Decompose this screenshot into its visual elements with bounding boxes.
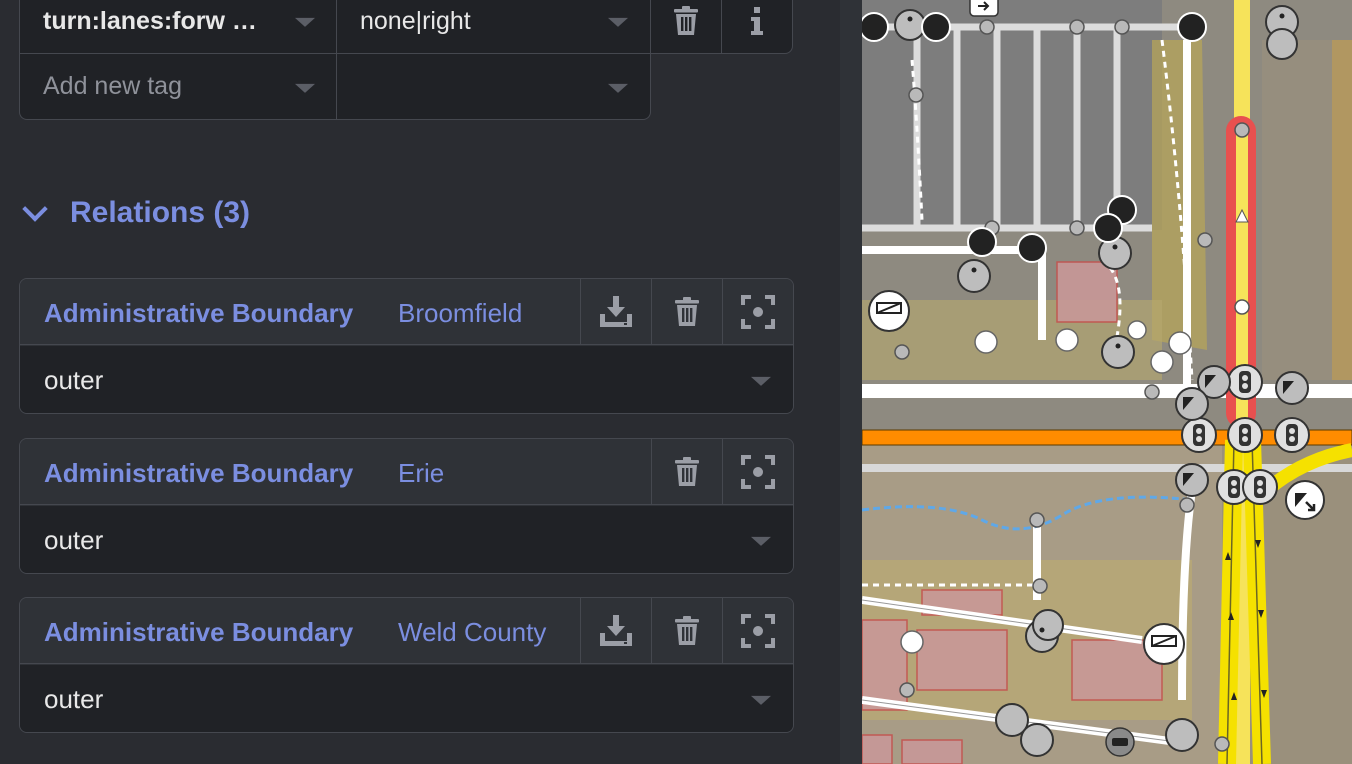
zoom-to-relation-button[interactable]	[722, 439, 793, 505]
download-icon	[600, 615, 632, 646]
chevron-down-icon	[22, 196, 48, 222]
tag-value-field[interactable]: none|right	[336, 0, 651, 54]
relation-item: Administrative Boundary Weld County oute…	[19, 597, 794, 733]
download-member-button[interactable]	[580, 598, 651, 664]
remove-membership-button[interactable]	[651, 439, 722, 505]
relation-type[interactable]: Administrative Boundary	[44, 617, 353, 648]
traffic-signal-icon[interactable]	[1227, 417, 1263, 453]
give-way-icon[interactable]	[1175, 387, 1209, 421]
relation-role-field[interactable]: outer	[20, 665, 793, 732]
chevron-down-icon[interactable]	[295, 17, 315, 27]
relation-header[interactable]: Administrative Boundary Weld County	[20, 598, 793, 664]
tag-key-field[interactable]: turn:lanes:forw …	[19, 0, 337, 54]
download-member-button[interactable]	[580, 279, 651, 345]
chevron-down-icon[interactable]	[608, 17, 628, 27]
relation-role-field[interactable]: outer	[20, 346, 793, 413]
new-tag-placeholder: Add new tag	[43, 72, 182, 100]
tag-row-new: Add new tag	[19, 54, 651, 120]
chevron-down-icon[interactable]	[751, 376, 771, 386]
zoom-to-relation-button[interactable]	[722, 598, 793, 664]
tag-value-text: none|right	[360, 6, 471, 35]
chevron-down-icon[interactable]	[608, 83, 628, 93]
relation-header[interactable]: Administrative Boundary Erie	[20, 439, 793, 505]
tag-info-button[interactable]	[721, 0, 793, 54]
map-svg[interactable]	[862, 0, 1352, 764]
download-icon	[600, 296, 632, 327]
chevron-down-icon[interactable]	[751, 536, 771, 546]
chevron-down-icon[interactable]	[751, 695, 771, 705]
relation-name[interactable]: Broomfield	[398, 298, 522, 329]
remove-membership-button[interactable]	[651, 598, 722, 664]
barrier-icon[interactable]	[868, 290, 910, 332]
inspector-sidebar: turn:lanes:forw … none|right Add new tag	[0, 0, 840, 764]
relations-section-toggle[interactable]: Relations (3)	[22, 196, 250, 230]
sidebar-resizer[interactable]	[840, 0, 862, 764]
new-tag-key-field[interactable]: Add new tag	[19, 54, 337, 120]
relation-role: outer	[44, 365, 104, 395]
info-icon	[751, 7, 763, 35]
relation-item: Administrative Boundary Erie outer	[19, 438, 794, 574]
relation-role: outer	[44, 525, 104, 555]
relation-name[interactable]: Erie	[398, 458, 444, 489]
trash-icon	[674, 6, 698, 35]
zoom-to-icon	[741, 614, 775, 648]
zoom-to-relation-button[interactable]	[722, 279, 793, 345]
relation-name[interactable]: Weld County	[398, 617, 546, 648]
tag-key-text: turn:lanes:forw …	[43, 6, 257, 35]
give-way-icon[interactable]	[1275, 371, 1309, 405]
remove-membership-button[interactable]	[651, 279, 722, 345]
remove-tag-button[interactable]	[650, 0, 722, 54]
traffic-signal-icon[interactable]	[1227, 364, 1263, 400]
relation-role-field[interactable]: outer	[20, 506, 793, 573]
trash-icon	[675, 457, 699, 486]
barrier-icon[interactable]	[1143, 623, 1185, 665]
relation-item: Administrative Boundary Broomfield outer	[19, 278, 794, 414]
relation-type[interactable]: Administrative Boundary	[44, 298, 353, 329]
trash-icon	[675, 616, 699, 645]
give-way-icon[interactable]	[1285, 480, 1325, 520]
relation-header[interactable]: Administrative Boundary Broomfield	[20, 279, 793, 345]
chevron-down-icon[interactable]	[295, 83, 315, 93]
traffic-signal-icon[interactable]	[1274, 417, 1310, 453]
zoom-to-icon	[741, 455, 775, 489]
relations-heading: Relations (3)	[70, 196, 251, 229]
traffic-signal-icon[interactable]	[1181, 417, 1217, 453]
commercial-area	[1332, 40, 1352, 380]
service-road	[862, 464, 1352, 472]
traffic-signal-icon[interactable]	[1242, 469, 1278, 505]
give-way-icon[interactable]	[1175, 463, 1209, 497]
map-canvas[interactable]	[862, 0, 1352, 764]
zoom-to-icon	[741, 295, 775, 329]
entrance-icon[interactable]	[969, 0, 999, 17]
relation-type[interactable]: Administrative Boundary	[44, 458, 353, 489]
car-icon[interactable]	[1105, 727, 1135, 757]
new-tag-value-field[interactable]	[336, 54, 651, 120]
relation-role: outer	[44, 684, 104, 714]
trash-icon	[675, 297, 699, 326]
tag-row: turn:lanes:forw … none|right	[19, 0, 794, 54]
